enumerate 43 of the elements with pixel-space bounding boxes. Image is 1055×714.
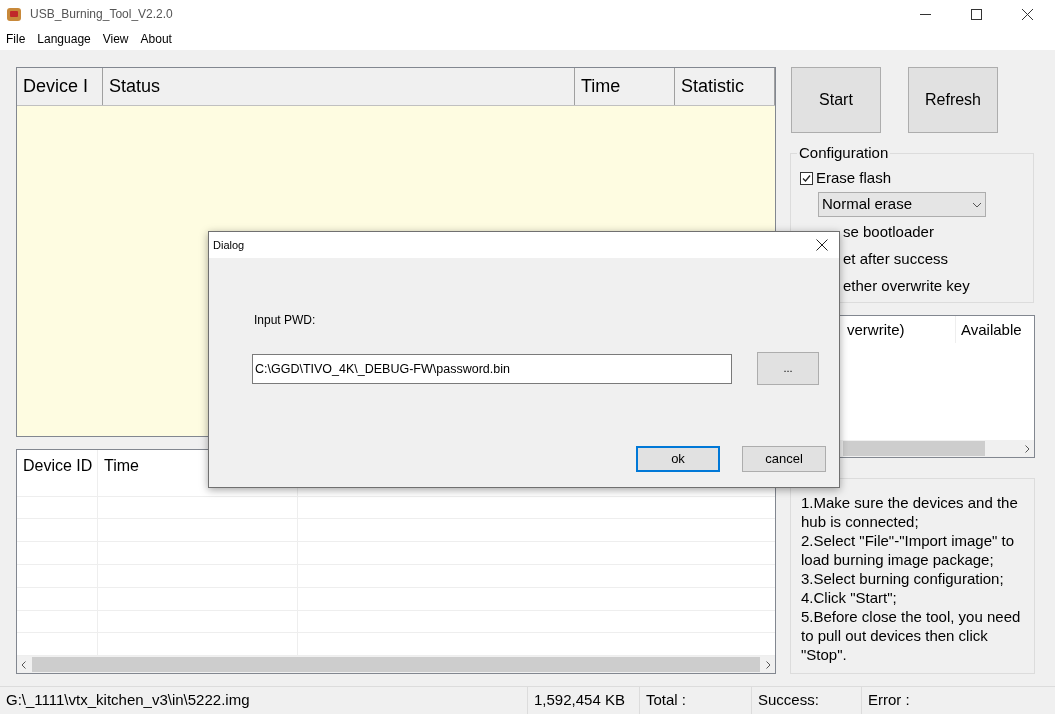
status-field: G:\_1111\vtx_kitchen_v3\in\5222.img	[0, 687, 528, 714]
column-header[interactable]: Device I	[17, 68, 103, 105]
group-title: Configuration	[797, 144, 891, 162]
dialog-title: Dialog	[213, 237, 245, 253]
menu-item[interactable]: Language	[37, 30, 91, 48]
browse-button[interactable]: ...	[757, 352, 819, 385]
action-button[interactable]: Refresh	[908, 67, 998, 133]
column-header[interactable]: Device ID	[17, 450, 98, 496]
instruction-step: 1.Make sure the devices and the hub is connected;	[801, 493, 1033, 531]
erase-mode-select[interactable]: Normal erase	[818, 192, 986, 217]
checkbox[interactable]	[800, 172, 813, 185]
app-icon	[6, 6, 22, 22]
menu-item[interactable]: About	[140, 30, 172, 48]
status-field: 1,592,454 KB	[528, 687, 640, 714]
instruction-step: 2.Select "File"-"Import image" to load burning image package;	[801, 531, 1033, 569]
checkbox-label: ether overwrite key	[843, 275, 970, 296]
close-icon[interactable]	[1022, 8, 1033, 20]
column-header[interactable]: Time	[575, 68, 675, 105]
instruction-step: 5.Before close the tool, you need to pull out devices then click "Stop".	[801, 607, 1033, 664]
status-field: Total :	[640, 687, 752, 714]
column-header[interactable]: Statistic	[675, 68, 775, 105]
checkbox-label: se bootloader	[843, 221, 934, 242]
horizontal-scrollbar[interactable]	[17, 656, 775, 673]
column-header[interactable]: Available	[956, 316, 1027, 343]
column-header[interactable]: Status	[103, 68, 575, 105]
instruction-step: 3.Select burning configuration;	[801, 569, 1033, 588]
close-icon[interactable]	[816, 239, 828, 251]
instruction-step: 4.Click "Start";	[801, 588, 1033, 607]
column-header[interactable]: verwrite)	[842, 316, 956, 343]
checkbox-label: et after success	[843, 248, 949, 269]
menu-item[interactable]: File	[6, 30, 26, 48]
checkbox-label: Erase flash	[816, 168, 892, 189]
path-input-field[interactable]: C:\GGD\TIVO_4K\_DEBUG-FW\password.bin	[252, 353, 732, 384]
cancel-button[interactable]: cancel	[742, 446, 826, 472]
ok-button[interactable]: ok	[636, 446, 720, 472]
status-field: Error :	[862, 687, 1032, 714]
chevron-down-icon	[972, 201, 982, 208]
status-field: Success:	[752, 687, 862, 714]
menu-item[interactable]: View	[102, 30, 129, 48]
maximize-icon[interactable]	[971, 8, 982, 20]
field-label: Input PWD:	[254, 312, 317, 329]
window-title: USB_Burning_Tool_V2.2.0	[30, 6, 173, 23]
action-button[interactable]: Start	[791, 67, 881, 133]
